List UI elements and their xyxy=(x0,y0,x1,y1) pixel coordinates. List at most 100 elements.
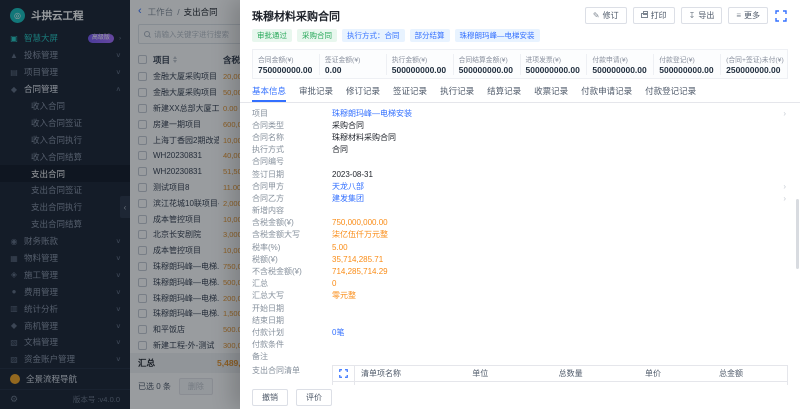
expense-table-empty-row xyxy=(333,382,787,385)
field-value[interactable]: 5.00 xyxy=(332,243,788,252)
field-value[interactable]: 35,714,285.71 xyxy=(332,255,788,264)
field-label: 签订日期 xyxy=(252,169,332,180)
field-value[interactable]: 柒亿伍仟万元整 xyxy=(332,229,788,240)
detail-tab[interactable]: 签证记录 xyxy=(393,85,427,102)
expense-table-column: 总数量 xyxy=(553,366,639,381)
field-row: 合同甲方 天龙八部 › xyxy=(252,180,788,192)
stat-cell: 执行金额(¥) 500000000.00 xyxy=(386,54,453,75)
expense-table-column: 单位 xyxy=(466,366,552,381)
detail-tab[interactable]: 付款登记记录 xyxy=(645,85,696,102)
stat-cell: 合同金额(¥) 750000000.00 xyxy=(253,54,319,75)
field-value[interactable]: 0笔 xyxy=(332,327,788,338)
field-label: 含税金额大写 xyxy=(252,229,332,240)
stat-value: 500000000.00 xyxy=(459,65,515,75)
expense-table-header: 清单项名称 单位 总数量 单价 总金额 xyxy=(333,366,787,382)
field-label: 合同编号 xyxy=(252,156,332,167)
stat-label: 合同结算金额(¥) xyxy=(459,54,515,64)
stat-label: 付款申请(¥) xyxy=(592,54,648,64)
footer-action-button[interactable]: 撤销 xyxy=(252,389,288,406)
expense-list-label: 支出合同清单 xyxy=(252,365,332,376)
export-icon: ↧ xyxy=(689,12,696,20)
detail-tab[interactable]: 结算记录 xyxy=(487,85,521,102)
detail-tab[interactable]: 审批记录 xyxy=(299,85,333,102)
stat-label: 进项发票(¥) xyxy=(526,54,582,64)
stat-cell: (合同+签证)未付(¥) 250000000.00 xyxy=(720,54,787,75)
printer-icon xyxy=(641,13,648,18)
stat-cell: 付款申请(¥) 500000000.00 xyxy=(586,54,653,75)
detail-tab[interactable]: 收票记录 xyxy=(534,85,568,102)
status-tag: 部分结算 xyxy=(410,29,450,42)
detail-tabs: 基本信息 审批记录 修订记录 签证记录 执行记录 结算记录 收票记录 付款申请记… xyxy=(240,79,800,103)
field-label: 新增内容 xyxy=(252,205,332,216)
stat-cell: 合同结算金额(¥) 500000000.00 xyxy=(453,54,520,75)
field-row: 合同类型 采购合同 xyxy=(252,119,788,131)
field-label: 税率(%) xyxy=(252,242,332,253)
expense-list-table: 清单项名称 单位 总数量 单价 总金额 xyxy=(332,365,788,385)
print-button[interactable]: 打印 xyxy=(633,7,675,24)
stat-label: 签证金额(¥) xyxy=(325,54,381,64)
field-label: 项目 xyxy=(252,108,332,119)
detail-tab[interactable]: 付款申请记录 xyxy=(581,85,632,102)
field-value[interactable]: 采购合同 xyxy=(332,120,788,131)
drawer-header: 珠穆材料采购合同 ✎修订 打印 ↧导出 ≡更多 审批通过 采购合同 执行 xyxy=(240,0,800,49)
expense-list-section: 支出合同清单 清单项名称 单位 总数量 单价 xyxy=(252,365,788,385)
field-label: 合同名称 xyxy=(252,132,332,143)
stats-bar: 合同金额(¥) 750000000.00 签证金额(¥) 0.00 执行金额(¥… xyxy=(252,49,788,79)
field-value[interactable]: 零元整 xyxy=(332,290,788,301)
status-tag: 审批通过 xyxy=(252,29,292,42)
field-row: 税率(%) 5.00 xyxy=(252,241,788,253)
footer-action-button[interactable]: 评价 xyxy=(296,389,332,406)
expense-table-column: 总金额 xyxy=(713,366,787,381)
field-row: 付款计划 0笔 xyxy=(252,326,788,338)
expense-table-column: 清单项名称 xyxy=(355,366,466,381)
stat-value: 500000000.00 xyxy=(392,65,448,75)
stat-value: 500000000.00 xyxy=(659,65,715,75)
contract-detail-drawer: 珠穆材料采购合同 ✎修订 打印 ↧导出 ≡更多 审批通过 采购合同 执行 xyxy=(240,0,800,409)
status-tag: 执行方式：合同 xyxy=(342,29,405,42)
field-value[interactable]: 2023-08-31 xyxy=(332,170,788,179)
field-label: 付款计划 xyxy=(252,327,332,338)
field-row: 合同乙方 建发集团 › xyxy=(252,192,788,204)
chevron-right-icon[interactable]: › xyxy=(783,182,788,191)
field-row: 开始日期 xyxy=(252,302,788,314)
field-row: 合同名称 珠穆材料采购合同 xyxy=(252,131,788,143)
stat-cell: 付款登记(¥) 500000000.00 xyxy=(653,54,720,75)
field-label: 付款条件 xyxy=(252,339,332,350)
drawer-scrollbar[interactable] xyxy=(796,199,799,269)
chevron-right-icon[interactable]: › xyxy=(783,194,788,203)
field-row: 合同编号 xyxy=(252,156,788,168)
field-label: 汇总大写 xyxy=(252,290,332,301)
field-value[interactable]: 珠穆朗玛峰—电梯安装 xyxy=(332,108,779,119)
field-row: 新增内容 xyxy=(252,205,788,217)
app-root: ◎ 斗拱云工程 ▣ 智慧大屏 高级版 › ▲ 投标管理 ∨ xyxy=(0,0,800,409)
field-value[interactable]: 合同 xyxy=(332,144,788,155)
stat-value: 500000000.00 xyxy=(526,65,582,75)
field-value[interactable]: 750,000,000.00 xyxy=(332,218,788,227)
stat-label: 执行金额(¥) xyxy=(392,54,448,64)
stat-value: 250000000.00 xyxy=(726,65,782,75)
stat-label: (合同+签证)未付(¥) xyxy=(726,54,782,64)
table-fullscreen-button[interactable] xyxy=(333,366,355,381)
export-button[interactable]: ↧导出 xyxy=(681,7,723,24)
chevron-right-icon[interactable]: › xyxy=(783,109,788,118)
field-row: 汇总 0 xyxy=(252,278,788,290)
field-value[interactable]: 建发集团 xyxy=(332,193,779,204)
field-value[interactable]: 天龙八部 xyxy=(332,181,779,192)
field-label: 结束日期 xyxy=(252,315,332,326)
revise-button[interactable]: ✎修订 xyxy=(585,7,627,24)
stat-value: 750000000.00 xyxy=(258,65,314,75)
fullscreen-button[interactable] xyxy=(774,9,788,23)
field-label: 合同类型 xyxy=(252,120,332,131)
field-label: 含税金额(¥) xyxy=(252,217,332,228)
detail-tab[interactable]: 执行记录 xyxy=(440,85,474,102)
detail-tab[interactable]: 基本信息 xyxy=(252,85,286,102)
field-row: 税额(¥) 35,714,285.71 xyxy=(252,253,788,265)
field-value[interactable]: 珠穆材料采购合同 xyxy=(332,132,788,143)
drawer-footer: 撤销 评价 xyxy=(240,385,800,409)
field-value[interactable]: 714,285,714.29 xyxy=(332,267,788,276)
detail-tab[interactable]: 修订记录 xyxy=(346,85,380,102)
field-row: 结束日期 xyxy=(252,314,788,326)
field-value[interactable]: 0 xyxy=(332,279,788,288)
more-icon: ≡ xyxy=(736,12,741,20)
more-button[interactable]: ≡更多 xyxy=(728,7,768,24)
